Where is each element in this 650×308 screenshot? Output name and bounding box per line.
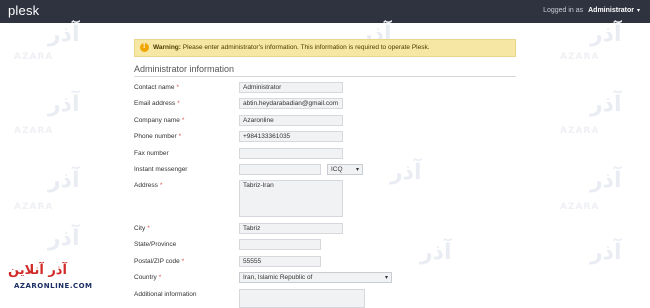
logged-in-as-label: Logged in as [543,7,584,14]
city-label: City * [134,225,150,232]
watermark-text: AZARA [560,52,600,62]
user-menu[interactable]: Logged in as Administrator ▾ [543,7,640,14]
email-label: Email address * [134,100,180,107]
contact-name-label: Contact name * [134,84,179,91]
chevron-down-icon: ▾ [384,275,388,281]
fax-input[interactable] [239,148,343,159]
warning-text: Warning: Please enter administrator's in… [153,44,430,51]
city-input[interactable]: Tabriz [239,223,343,234]
contact-name-input[interactable]: Administrator [239,82,343,93]
im-type-select[interactable]: ICQ ▾ [327,164,363,175]
warning-icon [140,43,149,52]
watermark-text: AZARA [14,202,54,212]
badge-domain: AZARONLINE.COM [14,282,93,290]
country-label: Country * [134,274,162,281]
state-input[interactable] [239,239,321,250]
chevron-down-icon: ▾ [355,167,359,173]
top-bar: plesk Logged in as Administrator ▾ [0,0,650,23]
watermark-logo: آذر [48,92,80,117]
country-select[interactable]: Iran, Islamic Republic of ▾ [239,272,392,283]
watermark-text: AZARA [560,202,600,212]
state-label: State/Province [134,241,177,248]
watermark-logo: آذر [420,240,452,265]
zip-input[interactable]: 55555 [239,256,321,267]
plesk-logo[interactable]: plesk [8,3,39,18]
watermark-logo: آذر [48,168,80,193]
phone-label: Phone number * [134,133,182,140]
badge-name: آذر آنلاین [8,263,67,278]
watermark-logo: آذر [590,168,622,193]
watermark-logo: آذر [390,160,422,185]
watermark-logo: آذر [590,240,622,265]
company-input[interactable]: Azaronline [239,115,343,126]
watermark-logo: آذر [48,226,80,251]
watermark-text: AZARA [14,52,54,62]
chevron-down-icon[interactable]: ▾ [637,8,640,14]
phone-input[interactable]: +984133361035 [239,131,343,142]
fax-label: Fax number [134,150,169,157]
address-textarea[interactable]: Tabriz-Iran [239,180,343,217]
im-input[interactable] [239,164,321,175]
im-label: Instant messenger [134,166,188,173]
warning-label: Warning: [153,44,181,51]
additional-info-textarea[interactable] [239,289,365,308]
watermark-logo: آذر [590,92,622,117]
email-input[interactable]: abtin.heydarabadian@gmail.com [239,98,343,109]
watermark-text: AZARA [560,126,600,136]
watermark-logo: آذر [48,22,80,47]
warning-banner: Warning: Please enter administrator's in… [134,39,516,57]
user-name[interactable]: Administrator [588,7,634,14]
address-label: Address * [134,182,163,189]
section-title: Administrator information [134,64,235,74]
zip-label: Postal/ZIP code * [134,258,185,265]
azaronline-badge: آذر آنلاین AZARONLINE.COM [8,263,92,301]
watermark-text: AZARA [14,126,54,136]
section-divider [134,76,516,77]
watermark-logo: آذر [590,22,622,47]
company-label: Company name * [134,117,185,124]
warning-message: Please enter administrator's information… [180,44,430,51]
additional-info-label: Additional information [134,291,197,298]
